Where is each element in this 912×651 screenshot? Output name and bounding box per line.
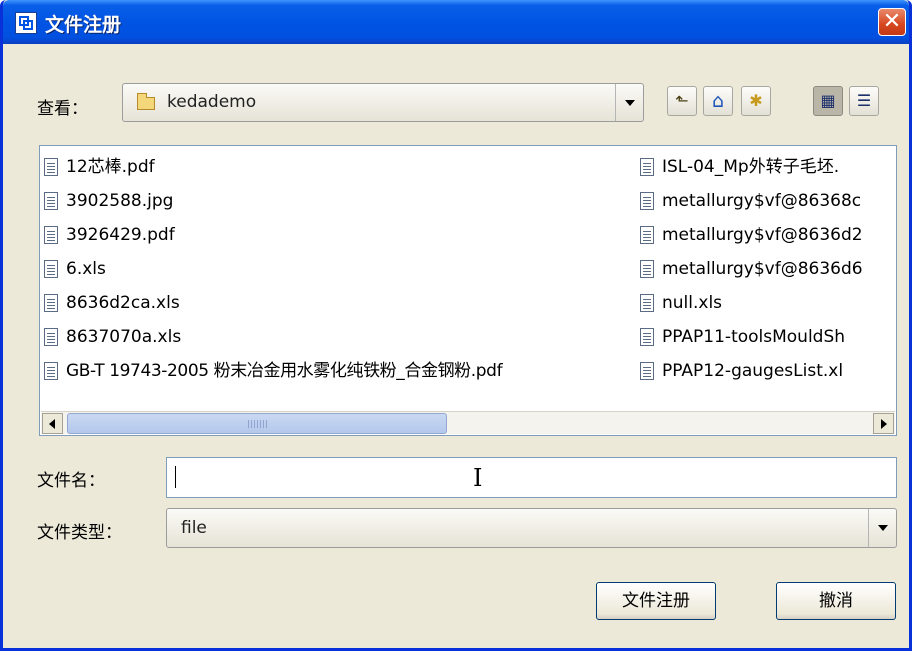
document-icon — [44, 328, 58, 346]
document-icon — [44, 362, 58, 380]
window-title: 文件注册 — [45, 14, 122, 36]
new-folder-button[interactable]: ✱ — [741, 86, 771, 116]
file-name: 6.xls — [66, 259, 106, 279]
file-name: metallurgy$vf@86368c — [662, 191, 862, 211]
file-item[interactable]: 3902588.jpg — [44, 186, 634, 216]
file-item[interactable]: 8636d2ca.xls — [44, 288, 634, 318]
title-bar[interactable]: 文件注册 ✕ — [3, 0, 909, 44]
up-folder-icon: ⬑ — [675, 91, 689, 110]
file-type-label: 文件类型： — [37, 523, 122, 543]
document-icon — [640, 294, 654, 312]
file-name: null.xls — [662, 293, 723, 313]
file-name: 8637070a.xls — [66, 327, 182, 347]
list-view-button[interactable]: ▦ — [813, 86, 843, 116]
up-folder-button[interactable]: ⬑ — [667, 86, 697, 116]
file-name-input[interactable]: I — [166, 457, 897, 498]
horizontal-scrollbar[interactable] — [41, 411, 895, 434]
scroll-right-button[interactable] — [873, 413, 894, 434]
home-button[interactable]: ⌂ — [703, 86, 733, 116]
register-button[interactable]: 文件注册 — [596, 582, 716, 620]
folder-icon — [137, 93, 155, 110]
file-name: PPAP12-gaugesList.xl — [662, 361, 844, 381]
document-icon — [640, 328, 654, 346]
text-cursor-icon: I — [473, 464, 483, 492]
file-name: 3902588.jpg — [66, 191, 174, 211]
scrollbar-thumb[interactable] — [67, 413, 447, 434]
close-icon: ✕ — [882, 9, 902, 34]
document-icon — [44, 192, 58, 210]
home-icon: ⌂ — [711, 90, 725, 112]
file-item[interactable]: metallurgy$vf@8636d6 — [640, 254, 896, 284]
details-view-button[interactable]: ☰ — [849, 86, 879, 116]
look-in-label: 查看： — [37, 99, 88, 119]
file-item[interactable]: ISL-04_Mp外转子毛坯. — [640, 152, 896, 182]
file-register-dialog: 文件注册 ✕ 查看： kedademo ⬑ ⌂ ✱ ▦ ☰ 12芯棒.pdf 3… — [0, 0, 912, 651]
close-button[interactable]: ✕ — [878, 8, 906, 36]
chevron-down-icon[interactable] — [615, 84, 643, 121]
file-name: 12芯棒.pdf — [66, 157, 155, 177]
file-name: metallurgy$vf@8636d6 — [662, 259, 863, 279]
file-list[interactable]: 12芯棒.pdf 3902588.jpg 3926429.pdf 6.xls 8… — [39, 145, 897, 436]
document-icon — [640, 362, 654, 380]
details-view-icon: ☰ — [856, 91, 872, 110]
chevron-down-icon[interactable] — [868, 509, 896, 547]
document-icon — [44, 260, 58, 278]
cancel-button[interactable]: 撤消 — [776, 582, 896, 620]
document-icon — [44, 158, 58, 176]
text-caret — [175, 466, 176, 488]
file-name: metallurgy$vf@8636d2 — [662, 225, 863, 245]
file-name: ISL-04_Mp外转子毛坯. — [662, 157, 840, 177]
document-icon — [44, 294, 58, 312]
scroll-left-button[interactable] — [42, 413, 63, 434]
file-name: GB-T 19743-2005 粉末冶金用水雾化纯铁粉_合金钢粉.pdf — [66, 361, 503, 381]
document-icon — [44, 226, 58, 244]
document-icon — [640, 192, 654, 210]
file-item[interactable]: PPAP11-toolsMouldSh — [640, 322, 896, 352]
file-item[interactable]: PPAP12-gaugesList.xl — [640, 356, 896, 386]
app-icon — [15, 12, 37, 34]
file-item[interactable]: 3926429.pdf — [44, 220, 634, 250]
look-in-combo[interactable]: kedademo — [122, 83, 644, 122]
file-item[interactable]: metallurgy$vf@86368c — [640, 186, 896, 216]
list-view-icon: ▦ — [820, 91, 836, 110]
file-type-value: file — [181, 518, 207, 538]
file-item[interactable]: 6.xls — [44, 254, 634, 284]
file-item[interactable]: 12芯棒.pdf — [44, 152, 634, 182]
file-type-combo[interactable]: file — [166, 508, 897, 548]
file-item[interactable]: null.xls — [640, 288, 896, 318]
file-item[interactable]: 8637070a.xls — [44, 322, 634, 352]
file-item[interactable]: metallurgy$vf@8636d2 — [640, 220, 896, 250]
file-name: 3926429.pdf — [66, 225, 175, 245]
file-name: PPAP11-toolsMouldSh — [662, 327, 846, 347]
look-in-value: kedademo — [167, 92, 257, 112]
document-icon — [640, 226, 654, 244]
file-name-label: 文件名： — [37, 471, 105, 491]
document-icon — [640, 158, 654, 176]
document-icon — [640, 260, 654, 278]
file-name: 8636d2ca.xls — [66, 293, 180, 313]
new-folder-icon: ✱ — [749, 91, 763, 110]
file-item[interactable]: GB-T 19743-2005 粉末冶金用水雾化纯铁粉_合金钢粉.pdf — [44, 356, 638, 386]
